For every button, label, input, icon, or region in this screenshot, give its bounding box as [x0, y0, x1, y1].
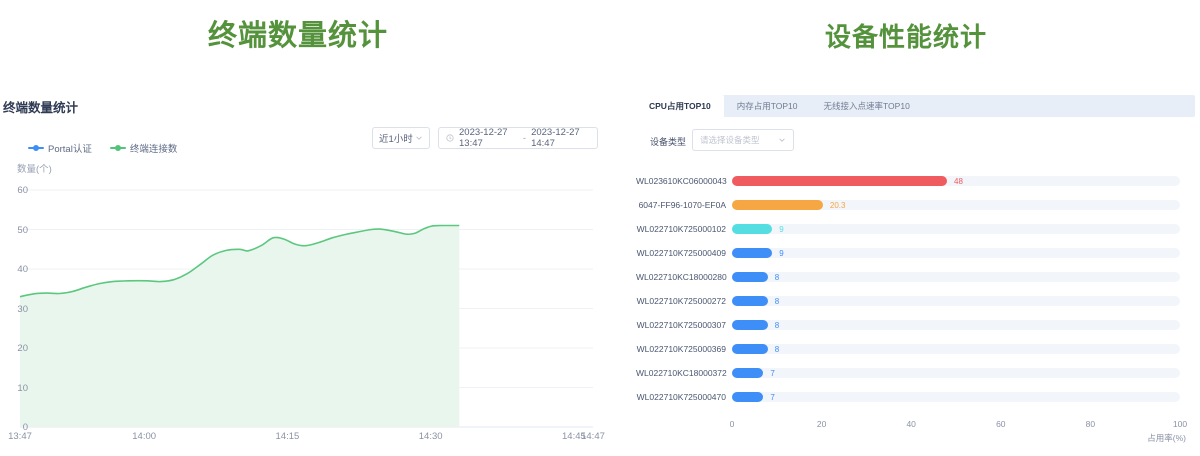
bar-value-label: 7 [770, 368, 774, 379]
x-tick-label: 14:30 [419, 431, 443, 442]
bar-value-label: 8 [775, 344, 779, 355]
chevron-down-icon [778, 136, 786, 144]
y-tick-label: 10 [2, 383, 28, 394]
bar-value-label: 8 [775, 320, 779, 331]
device-id-label: 6047-FF96-1070-EF0A [636, 200, 726, 211]
bar-row: 6047-FF96-1070-EF0A 20.3 [636, 200, 1195, 211]
bar-value-label: 7 [770, 392, 774, 403]
device-id-label: WL022710KC18000372 [636, 368, 726, 379]
right-section-header: 设备性能统计 [620, 17, 1192, 54]
bar-row: WL022710K725000272 8 [636, 296, 1195, 307]
bar-row: WL022710K725000470 7 [636, 392, 1195, 403]
y-axis-title: 数量(个) [17, 161, 52, 175]
area-fill [20, 226, 459, 428]
bar-x-tick-label: 60 [996, 419, 1005, 429]
date-range-start: 2023-12-27 13:47 [459, 127, 518, 149]
device-id-label: WL023610KC06000043 [636, 176, 726, 187]
legend-item-0[interactable]: Portal认证 [28, 141, 92, 155]
legend-item-1[interactable]: 终端连接数 [110, 141, 178, 155]
date-range-end: 2023-12-27 14:47 [531, 127, 590, 149]
cpu-top10-bar-chart[interactable]: WL023610KC06000043 48 6047-FF96-1070-EF0A 2… [636, 164, 1195, 452]
bar[interactable] [732, 296, 768, 306]
bar-track [732, 224, 1180, 234]
bar-row: WL022710KC18000280 8 [636, 272, 1195, 283]
performance-tabbar: CPU占用TOP10内存占用TOP10无线接入点速率TOP10 [636, 95, 1195, 117]
clock-icon [446, 134, 454, 142]
bar[interactable] [732, 368, 763, 378]
device-id-label: WL022710K725000272 [636, 296, 726, 307]
bar[interactable] [732, 272, 768, 282]
x-tick-label: 14:47 [581, 431, 605, 442]
bar-x-axis-title: 占用率(%) [1116, 432, 1186, 444]
bar-x-tick-label: 0 [730, 419, 735, 429]
y-tick-label: 60 [2, 185, 28, 196]
left-section-header: 终端数量统计 [0, 12, 596, 54]
x-tick-label: 14:15 [276, 431, 300, 442]
device-type-select[interactable]: 请选择设备类型 [692, 129, 794, 151]
bar-x-tick-label: 100 [1173, 419, 1187, 429]
device-id-label: WL022710KC18000280 [636, 272, 726, 283]
x-tick-label: 13:47 [8, 431, 32, 442]
bar[interactable] [732, 320, 768, 330]
bar[interactable] [732, 344, 768, 354]
dashboard: 终端数量统计 设备性能统计 终端数量统计 近1小时 2023-12-27 13:… [0, 0, 1200, 456]
bar-row: WL022710KC18000372 7 [636, 368, 1195, 379]
bar-x-tick-label: 40 [906, 419, 915, 429]
bar-x-tick-label: 20 [817, 419, 826, 429]
terminal-panel-title: 终端数量统计 [3, 97, 78, 116]
device-id-label: WL022710K725000409 [636, 248, 726, 259]
bar-row: WL022710K725000369 8 [636, 344, 1195, 355]
y-tick-label: 20 [2, 343, 28, 354]
line-chart-canvas [0, 180, 600, 430]
device-id-label: WL022710K725000102 [636, 224, 726, 235]
bar-row: WL022710K725000307 8 [636, 320, 1195, 331]
time-range-value: 近1小时 [379, 131, 413, 145]
tab-0[interactable]: CPU占用TOP10 [636, 95, 724, 117]
y-tick-label: 50 [2, 225, 28, 236]
date-range-picker[interactable]: 2023-12-27 13:47 - 2023-12-27 14:47 [438, 127, 598, 149]
bar-track [732, 272, 1180, 282]
tab-1[interactable]: 内存占用TOP10 [724, 95, 811, 117]
bar[interactable] [732, 392, 763, 402]
bar-row: WL023610KC06000043 48 [636, 176, 1195, 187]
bar-value-label: 9 [779, 248, 783, 259]
time-range-select[interactable]: 近1小时 [372, 127, 430, 149]
bar-value-label: 8 [775, 296, 779, 307]
y-tick-label: 40 [2, 264, 28, 275]
date-range-separator: - [523, 133, 526, 144]
device-type-placeholder: 请选择设备类型 [700, 134, 760, 146]
bar[interactable] [732, 248, 772, 258]
legend-label: 终端连接数 [130, 141, 178, 155]
bar-value-label: 20.3 [830, 200, 846, 211]
device-type-label: 设备类型 [650, 135, 686, 148]
device-id-label: WL022710K725000307 [636, 320, 726, 331]
bar-track [732, 296, 1180, 306]
bar[interactable] [732, 224, 772, 234]
bar-track [732, 320, 1180, 330]
terminal-line-chart[interactable] [0, 180, 600, 430]
legend-line-dot-icon [110, 144, 126, 152]
legend-line-dot-icon [28, 144, 44, 152]
tab-2[interactable]: 无线接入点速率TOP10 [811, 95, 923, 117]
bar[interactable] [732, 200, 823, 210]
bar-value-label: 9 [779, 224, 783, 235]
bar-value-label: 8 [775, 272, 779, 283]
bar-row: WL022710K725000409 9 [636, 248, 1195, 259]
bar[interactable] [732, 176, 947, 186]
bar-x-tick-label: 80 [1086, 419, 1095, 429]
bar-track [732, 248, 1180, 258]
device-performance-panel: CPU占用TOP10内存占用TOP10无线接入点速率TOP10 设备类型 请选择… [636, 92, 1195, 452]
bar-value-label: 48 [954, 176, 963, 187]
bar-track [732, 392, 1180, 402]
bar-row: WL022710K725000102 9 [636, 224, 1195, 235]
line-chart-legend: Portal认证 终端连接数 [28, 141, 177, 155]
legend-label: Portal认证 [48, 141, 92, 155]
y-tick-label: 30 [2, 304, 28, 315]
bar-track [732, 368, 1180, 378]
x-tick-label: 14:00 [132, 431, 156, 442]
bar-track [732, 344, 1180, 354]
device-id-label: WL022710K725000470 [636, 392, 726, 403]
chevron-down-icon [415, 134, 423, 142]
device-id-label: WL022710K725000369 [636, 344, 726, 355]
